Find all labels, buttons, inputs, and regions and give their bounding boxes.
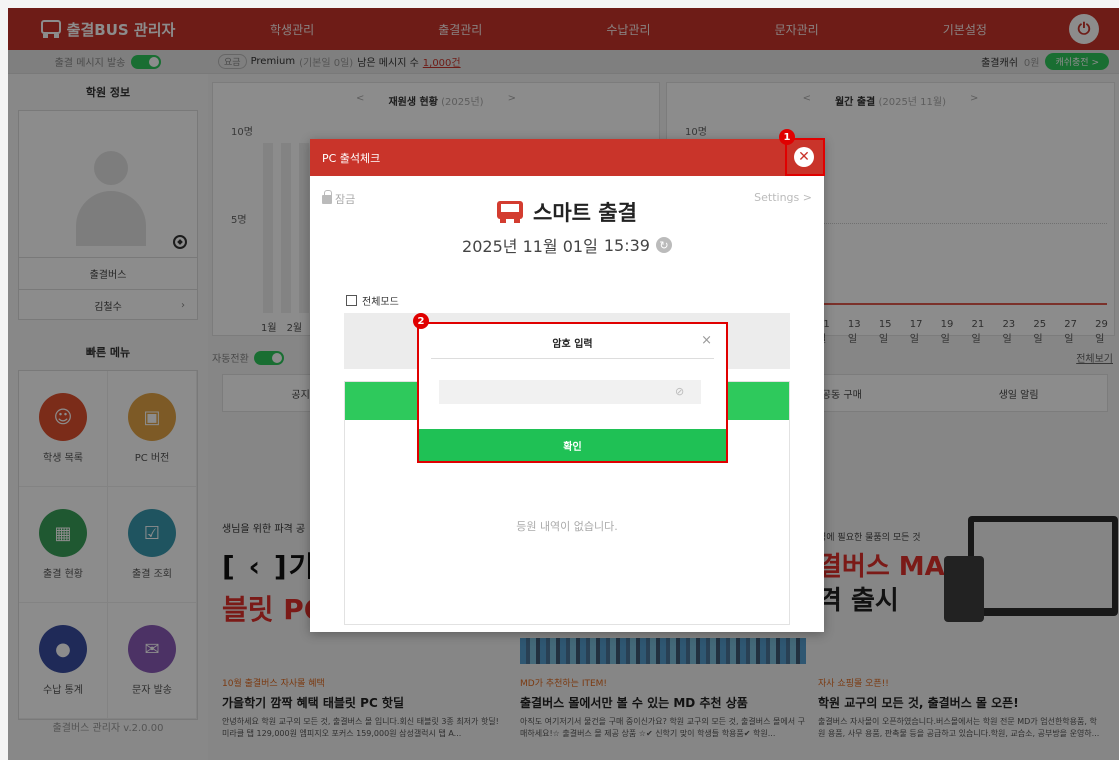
annotation-box-password [417, 322, 728, 463]
bus-icon [497, 201, 524, 223]
smart-attendance-title: 스마트 출결 [310, 197, 824, 227]
modal-title: PC 출석체크 [322, 151, 381, 165]
modal-header: PC 출석체크 [310, 139, 824, 176]
current-datetime: 2025년 11월 01일 15:39 ↻ [310, 233, 824, 257]
current-time: 15:39 [603, 235, 650, 255]
smart-title-text: 스마트 출결 [533, 201, 637, 225]
annotation-badge-2: 2 [413, 313, 429, 329]
full-mode-checkbox[interactable]: 전체모드 [346, 293, 399, 308]
current-date: 2025년 11월 01일 [462, 237, 598, 256]
tablet-image [944, 556, 984, 622]
refresh-icon[interactable]: ↻ [655, 237, 672, 253]
full-mode-label: 전체모드 [362, 297, 399, 308]
app-frame: 출결BUS 관리자 학생관리 출결관리 수납관리 문자관리 기본설정 ⏻ 출결 … [8, 8, 1119, 760]
empty-message: 등원 내역이 없습니다. [516, 520, 618, 533]
checkbox[interactable] [346, 295, 357, 306]
annotation-badge-1: 1 [779, 129, 795, 145]
